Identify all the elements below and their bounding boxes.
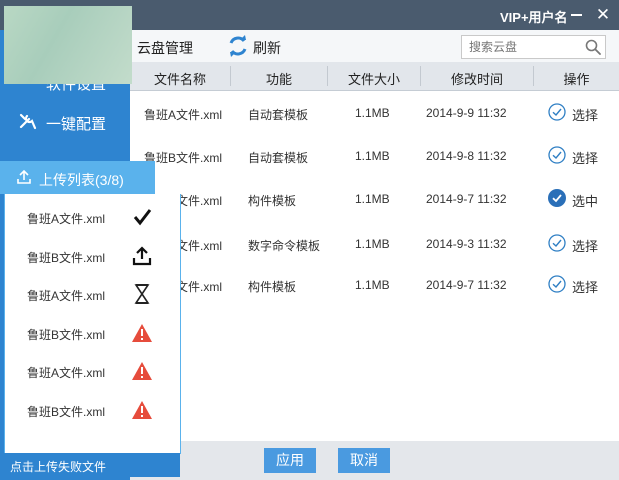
upload-file-name: 鲁班B文件.xml — [27, 405, 106, 419]
retry-failed-link[interactable]: 点击上传失败文件 — [10, 458, 106, 475]
select-label: 选择 — [572, 239, 599, 254]
file-time: 2014-9-7 11:32 — [426, 192, 507, 206]
upload-icon — [17, 169, 31, 184]
upload-icon — [132, 246, 152, 266]
hourglass-icon — [134, 284, 150, 304]
cancel-button[interactable]: 取消 — [338, 448, 390, 473]
file-size: 1.1MB — [355, 149, 390, 163]
upload-file-name: 鲁班B文件.xml — [27, 251, 106, 265]
file-size: 1.1MB — [355, 106, 390, 120]
upload-list-header[interactable]: 上传列表(3/8) — [0, 161, 155, 194]
column-header-time[interactable]: 修改时间 — [421, 69, 533, 88]
file-function: 构件模板 — [248, 280, 297, 294]
upload-item[interactable]: 鲁班A文件.xml — [5, 276, 180, 314]
upload-file-name: 鲁班A文件.xml — [27, 212, 106, 226]
column-header-action[interactable]: 操作 — [534, 69, 619, 88]
search-icon[interactable] — [585, 39, 601, 55]
warning-icon[interactable] — [131, 361, 153, 381]
table-row[interactable]: 鲁班A文件.xml 构件模板 1.1MB 2014-9-7 11:32 选中 — [130, 178, 619, 221]
select-label: 选择 — [572, 151, 599, 166]
close-button[interactable]: ✕ — [593, 5, 613, 25]
refresh-button[interactable]: 刷新 — [225, 35, 295, 57]
table-header: 文件名称 功能 文件大小 修改时间 操作 — [130, 62, 619, 91]
upload-item[interactable]: 鲁班A文件.xml — [5, 199, 180, 237]
file-function: 数字命令模板 — [248, 239, 321, 253]
select-label: 选择 — [572, 108, 599, 123]
minimize-button[interactable] — [571, 14, 582, 16]
file-function: 自动套模板 — [248, 151, 309, 165]
upload-file-name: 鲁班A文件.xml — [27, 289, 106, 303]
upload-item[interactable]: 鲁班B文件.xml — [5, 392, 180, 430]
file-size: 1.1MB — [355, 237, 390, 251]
check-circle-icon — [548, 146, 566, 164]
sidebar-item-quick-config[interactable]: 一键配置 — [0, 103, 135, 141]
file-name: 鲁班A文件.xml — [144, 108, 223, 122]
file-time: 2014-9-7 11:32 — [426, 278, 507, 292]
checkmark-icon — [133, 209, 152, 226]
selected-label: 选中 — [572, 194, 599, 209]
table-row[interactable]: 鲁班B文件.xml 自动套模板 1.1MB 2014-9-8 11:32 选择 — [130, 135, 619, 178]
table-row[interactable]: 鲁班A文件.xml 自动套模板 1.1MB 2014-9-9 11:32 选择 — [130, 92, 619, 135]
check-circle-icon — [548, 103, 566, 121]
check-circle-filled-icon — [548, 189, 566, 207]
upload-item[interactable]: 鲁班A文件.xml — [5, 353, 180, 391]
file-table: 鲁班A文件.xml 自动套模板 1.1MB 2014-9-9 11:32 选择 … — [130, 91, 619, 441]
refresh-label: 刷新 — [253, 40, 281, 56]
file-time: 2014-9-8 11:32 — [426, 149, 507, 163]
file-time: 2014-9-9 11:32 — [426, 106, 507, 120]
file-name: 鲁班B文件.xml — [144, 151, 223, 165]
refresh-icon — [229, 35, 247, 57]
upload-item[interactable]: 鲁班B文件.xml — [5, 315, 180, 353]
check-circle-icon — [548, 275, 566, 293]
table-row[interactable]: 鲁班B文件.xml 数字命令模板 1.1MB 2014-9-3 11:32 选择 — [130, 223, 619, 266]
upload-footer: 点击上传失败文件 — [4, 453, 180, 477]
file-function: 自动套模板 — [248, 108, 309, 122]
search-input[interactable] — [467, 38, 576, 56]
upload-file-name: 鲁班B文件.xml — [27, 328, 106, 342]
file-time: 2014-9-3 11:32 — [426, 237, 507, 251]
search-box[interactable] — [461, 35, 606, 59]
file-size: 1.1MB — [355, 192, 390, 206]
upload-list-title: 上传列表(3/8) — [39, 172, 124, 188]
warning-icon[interactable] — [131, 323, 153, 343]
select-label: 选择 — [572, 280, 599, 295]
table-row[interactable]: 鲁班A文件.xml 构件模板 1.1MB 2014-9-7 11:32 选择 — [130, 264, 619, 307]
sidebar-item-label: 一键配置 — [46, 116, 107, 133]
apply-button[interactable]: 应用 — [264, 448, 316, 473]
file-size: 1.1MB — [355, 278, 390, 292]
file-function: 构件模板 — [248, 194, 297, 208]
column-header-size[interactable]: 文件大小 — [328, 69, 420, 88]
column-header-function[interactable]: 功能 — [231, 69, 327, 88]
wrench-screwdriver-icon — [18, 111, 38, 131]
upload-file-name: 鲁班A文件.xml — [27, 366, 106, 380]
warning-icon[interactable] — [131, 400, 153, 420]
column-header-name[interactable]: 文件名称 — [130, 69, 230, 88]
cloud-manage-label: 云盘管理 — [137, 40, 193, 56]
check-circle-icon — [548, 234, 566, 252]
upload-item[interactable]: 鲁班B文件.xml — [5, 238, 180, 276]
logo-blur — [4, 6, 132, 84]
upload-list-panel: 鲁班A文件.xml 鲁班B文件.xml 鲁班A文件.xml 鲁班B文件.xml … — [4, 194, 181, 454]
user-label[interactable]: VIP+用户名 — [500, 7, 568, 26]
